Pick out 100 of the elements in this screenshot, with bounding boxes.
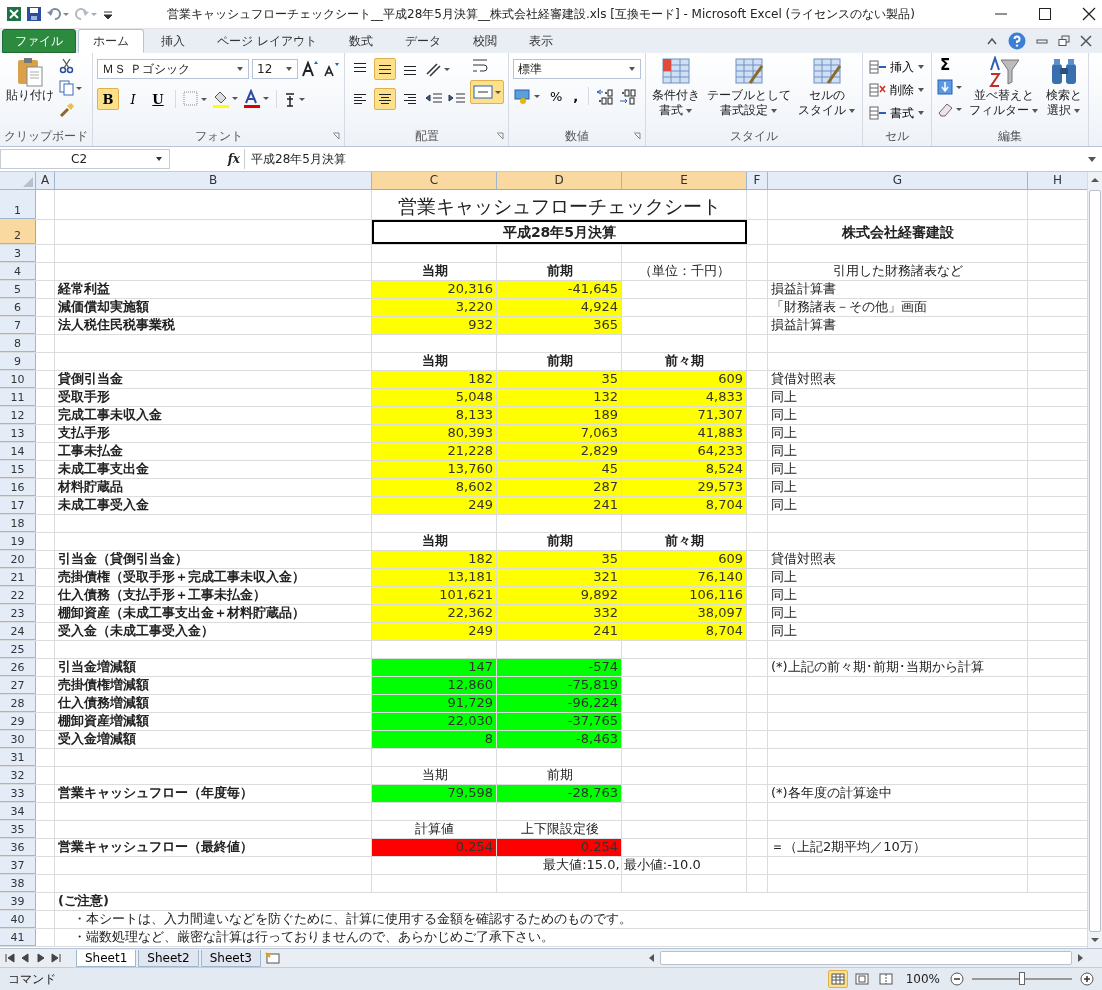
zoom-in-icon[interactable] [1080, 972, 1094, 986]
row-header[interactable]: 22 [0, 587, 36, 604]
zoom-slider-thumb[interactable] [1019, 972, 1025, 985]
row-header[interactable]: 14 [0, 443, 36, 460]
row-header[interactable]: 5 [0, 281, 36, 298]
row-header[interactable]: 18 [0, 515, 36, 532]
formula-field[interactable]: 平成28年5月決算 [244, 149, 1082, 169]
style-button[interactable]: 条件付き 書式 [650, 56, 702, 118]
row-header[interactable]: 36 [0, 839, 36, 856]
edit-menu-button[interactable]: 並べ替えと フィルター [967, 56, 1041, 118]
help-icon[interactable] [1008, 32, 1026, 50]
fill-down-icon[interactable] [936, 78, 964, 96]
column-header[interactable]: G [768, 172, 1028, 190]
underline-button[interactable]: U [147, 88, 169, 110]
align-center-button[interactable] [374, 88, 396, 110]
ribbon-tab[interactable]: ページ レイアウト [202, 29, 332, 53]
row-header[interactable]: 39 [0, 893, 36, 910]
style-button[interactable]: セルの スタイル [796, 56, 858, 118]
shrink-font-icon[interactable] [322, 60, 340, 78]
row-header[interactable]: 31 [0, 749, 36, 766]
ribbon-tab[interactable]: 表示 [513, 29, 568, 53]
row-header[interactable]: 32 [0, 767, 36, 784]
row-header[interactable]: 16 [0, 479, 36, 496]
row-header[interactable]: 8 [0, 335, 36, 352]
row-header[interactable]: 40 [0, 911, 36, 928]
save-icon[interactable] [26, 6, 42, 22]
row-header[interactable]: 23 [0, 605, 36, 622]
column-header[interactable]: H [1028, 172, 1087, 190]
align-middle-button[interactable] [374, 58, 396, 80]
row-header[interactable]: 11 [0, 389, 36, 406]
dialog-launcher-icon[interactable] [332, 132, 340, 140]
sheet-tab[interactable]: Sheet3 [200, 949, 261, 967]
undo-icon[interactable] [46, 6, 70, 22]
restore-icon[interactable] [1058, 35, 1070, 47]
row-header[interactable]: 34 [0, 803, 36, 820]
row-header[interactable]: 37 [0, 857, 36, 874]
italic-button[interactable]: I [122, 88, 144, 110]
row-header[interactable]: 28 [0, 695, 36, 712]
scroll-thumb[interactable] [1089, 190, 1101, 932]
scissors-icon[interactable] [59, 58, 75, 74]
cell-menu-button[interactable]: 挿入 [867, 56, 927, 78]
currency-icon[interactable] [513, 87, 543, 105]
row-header[interactable]: 9 [0, 353, 36, 370]
percent-button[interactable]: % [546, 88, 567, 104]
row-header[interactable]: 17 [0, 497, 36, 514]
decrease-decimal-icon[interactable] [618, 87, 639, 105]
sheet-tab[interactable]: Sheet2 [138, 949, 199, 967]
font-name-dropdown[interactable]: ＭＳ Ｐゴシック [97, 59, 249, 79]
row-header[interactable]: 13 [0, 425, 36, 442]
row-header[interactable]: 30 [0, 731, 36, 748]
row-header[interactable]: 24 [0, 623, 36, 640]
column-header[interactable]: A [36, 172, 55, 190]
sheet-tab[interactable]: Sheet1 [76, 949, 137, 967]
phonetic-icon[interactable] [283, 90, 307, 108]
ribbon-tab[interactable]: 校閲 [457, 29, 512, 53]
row-header[interactable]: 41 [0, 929, 36, 946]
row-header[interactable]: 2 [0, 220, 36, 244]
edit-menu-button[interactable]: 検索と 選択 [1044, 56, 1084, 118]
row-header[interactable]: 20 [0, 551, 36, 568]
format-painter-icon[interactable] [59, 102, 75, 118]
row-header[interactable]: 6 [0, 299, 36, 316]
ribbon-tab[interactable]: ホーム [78, 29, 144, 53]
cell-menu-button[interactable]: 書式 [867, 102, 927, 124]
scroll-thumb[interactable] [660, 951, 1072, 965]
maximize-icon[interactable] [1038, 7, 1052, 21]
autosum-button[interactable]: Σ [936, 56, 964, 74]
insert-function-button[interactable]: fx [227, 152, 240, 166]
copy-icon[interactable] [59, 80, 83, 96]
comma-button[interactable]: , [569, 88, 583, 104]
column-header[interactable]: B [55, 172, 372, 190]
column-header[interactable]: C [372, 172, 497, 190]
dialog-launcher-icon[interactable] [633, 132, 641, 140]
row-header[interactable]: 1 [0, 190, 36, 219]
cell-menu-button[interactable]: 削除 [867, 79, 927, 101]
paste-button[interactable]: 貼り付け [4, 56, 56, 103]
column-header[interactable]: D [497, 172, 622, 190]
column-header[interactable]: F [747, 172, 768, 190]
dialog-launcher-icon[interactable] [496, 132, 504, 140]
row-header[interactable]: 35 [0, 821, 36, 838]
row-header[interactable]: 26 [0, 659, 36, 676]
row-header[interactable]: 12 [0, 407, 36, 424]
row-header[interactable]: 4 [0, 263, 36, 280]
font-size-dropdown[interactable]: 12 [252, 59, 298, 79]
row-header[interactable]: 27 [0, 677, 36, 694]
close-icon[interactable] [1080, 35, 1092, 47]
row-header[interactable]: 29 [0, 713, 36, 730]
style-button[interactable]: テーブルとして 書式設定 [705, 56, 793, 118]
file-tab[interactable]: ファイル [2, 29, 76, 53]
row-header[interactable]: 7 [0, 317, 36, 334]
row-header[interactable]: 19 [0, 533, 36, 550]
row-header[interactable]: 15 [0, 461, 36, 478]
number-format-dropdown[interactable]: 標準 [513, 59, 641, 79]
row-header[interactable]: 33 [0, 785, 36, 802]
row-header[interactable]: 38 [0, 875, 36, 892]
font-color-icon[interactable] [242, 89, 270, 109]
bold-button[interactable]: B [97, 88, 119, 110]
ribbon-tab[interactable]: データ [389, 29, 456, 53]
column-header[interactable]: E [622, 172, 747, 190]
ribbon-tab[interactable]: 数式 [333, 29, 388, 53]
collapse-ribbon-icon[interactable] [986, 36, 998, 46]
